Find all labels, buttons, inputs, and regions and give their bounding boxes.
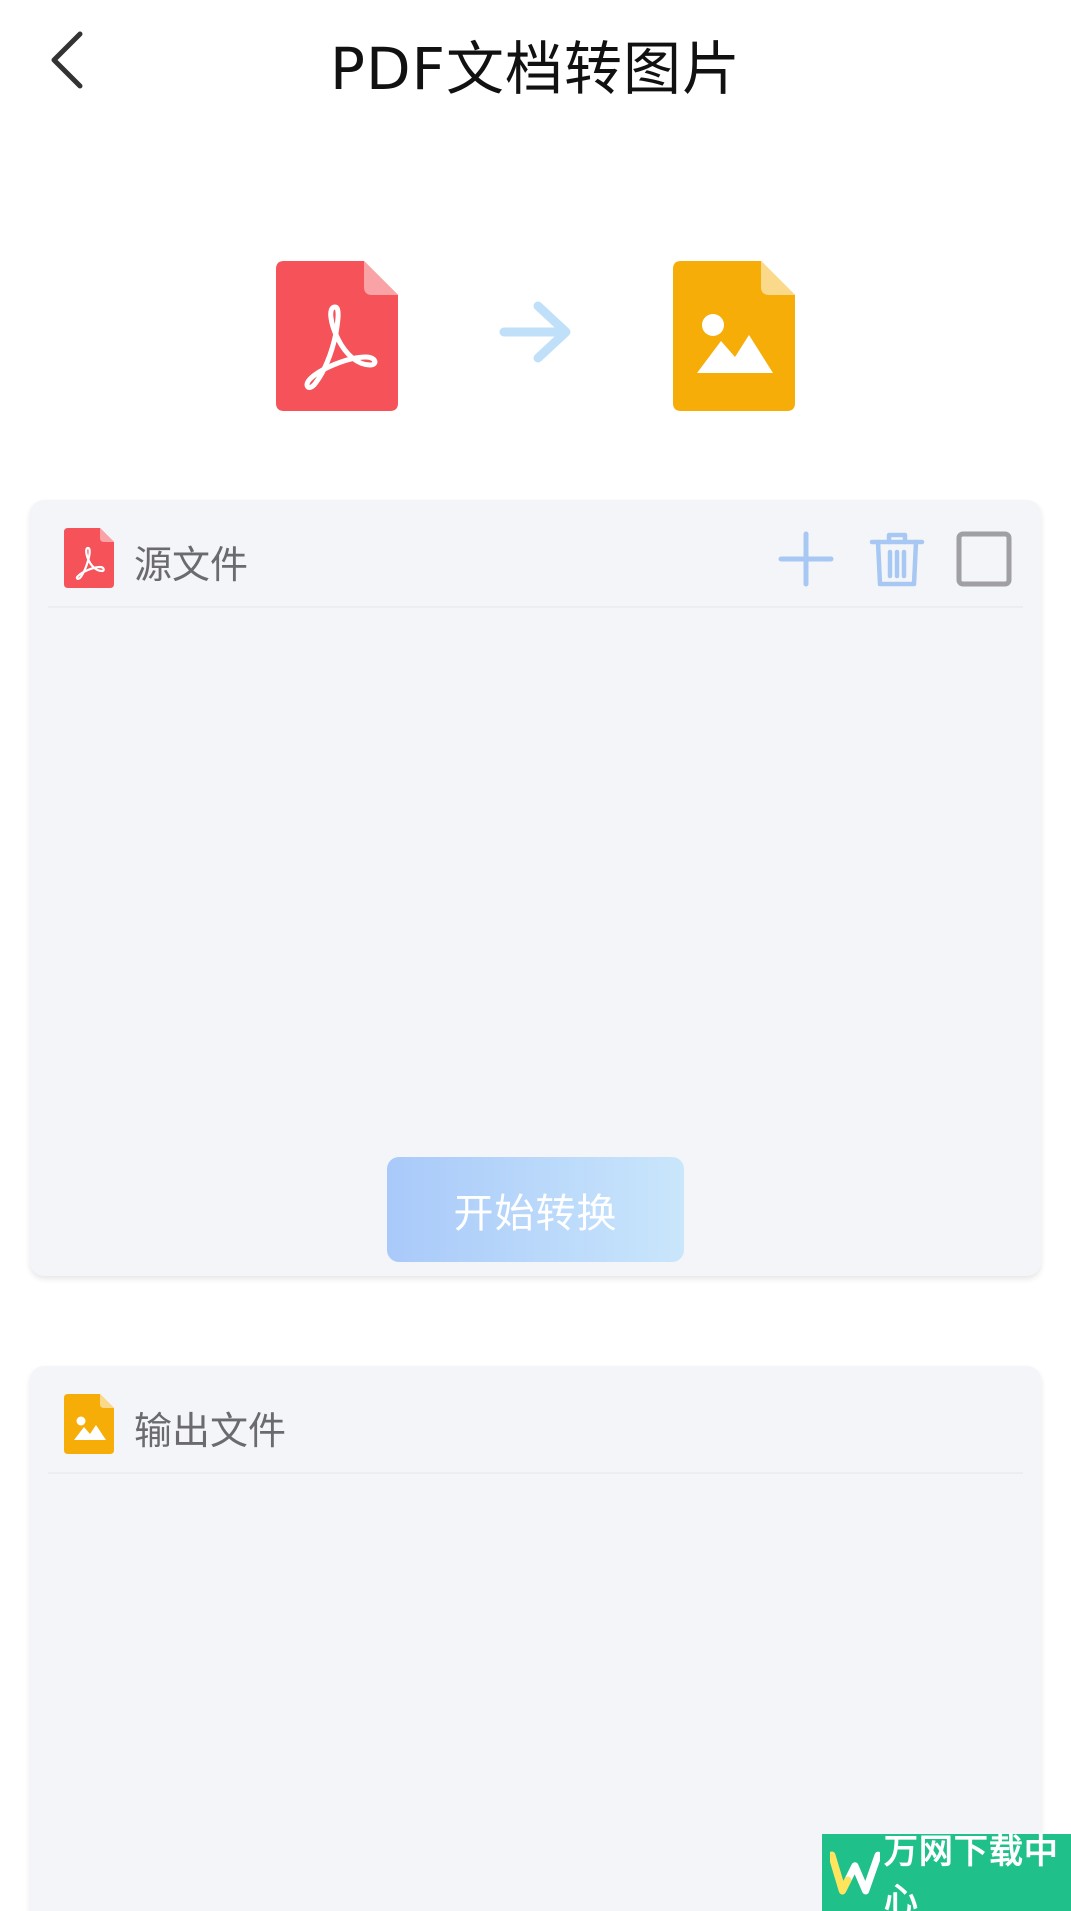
source-panel-label: 源文件	[134, 543, 249, 587]
source-panel-header: 源文件	[30, 500, 1041, 606]
start-convert-button[interactable]: 开始转换	[387, 1157, 684, 1262]
page-title: PDF文档转图片	[330, 35, 741, 103]
app-header: PDF文档转图片	[0, 0, 1071, 130]
delete-file-button[interactable]	[868, 530, 926, 588]
output-panel-header: 输出文件	[30, 1366, 1041, 1472]
conversion-illustration	[0, 255, 1071, 415]
w-logo-icon	[830, 1851, 880, 1894]
add-file-button[interactable]	[777, 530, 835, 588]
image-file-icon	[673, 261, 795, 411]
checkbox-icon	[956, 531, 1012, 587]
site-watermark: 万网下载中心	[822, 1832, 1071, 1911]
image-file-icon	[64, 1394, 114, 1454]
output-panel-label: 输出文件	[134, 1409, 287, 1453]
trash-icon	[869, 532, 925, 587]
output-panel-divider	[48, 1472, 1023, 1474]
watermark-text: 万网下载中心	[883, 1831, 1059, 1911]
pdf-to-image-screen: PDF文档转图片 源文件 开始转换 输出文件 万网下载中心	[0, 0, 1071, 1911]
source-files-panel: 源文件 开始转换	[30, 500, 1041, 1276]
pdf-file-icon	[276, 261, 398, 411]
pdf-file-icon	[64, 528, 114, 588]
add-icon	[778, 531, 834, 587]
source-panel-divider	[48, 606, 1023, 608]
select-all-checkbox[interactable]	[955, 530, 1013, 588]
arrow-right-icon	[499, 301, 571, 363]
